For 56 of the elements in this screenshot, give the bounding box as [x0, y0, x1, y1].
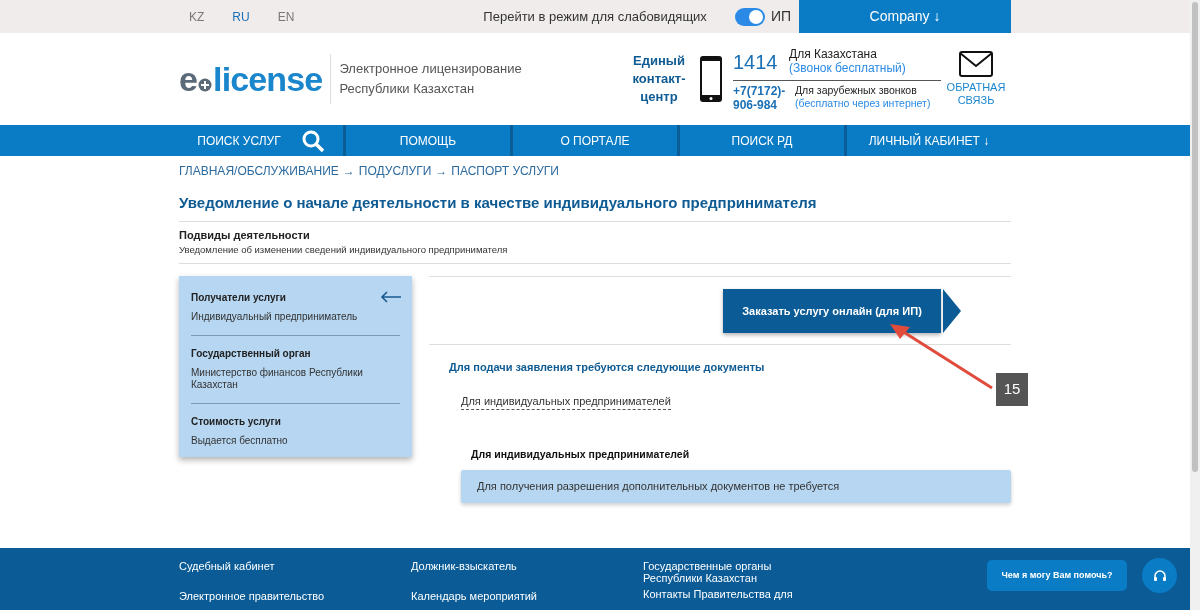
nav-item[interactable]: О ПОРТАЛЕ — [510, 125, 677, 156]
info-heading: Государственный орган — [191, 347, 311, 362]
info-value: Индивидуальный предприниматель — [191, 311, 359, 324]
footer-link[interactable]: Судебный кабинет — [179, 560, 411, 572]
nav-item[interactable]: ЛИЧНЫЙ КАБИНЕТ ↓ — [844, 125, 1011, 156]
international-call-note: (бесплатно через интернет) — [795, 96, 931, 110]
info-heading: Получатели услуги — [191, 291, 286, 306]
envelope-icon — [959, 51, 993, 77]
language-link[interactable]: KZ — [189, 7, 205, 26]
accessibility-link[interactable]: Перейти в режим для слабовидящих — [483, 6, 707, 27]
breadcrumb-separator: → — [435, 163, 448, 180]
nav-item[interactable]: ПОМОЩЬ — [343, 125, 510, 156]
smartphone-icon — [699, 55, 723, 103]
info-value: Министерство финансов Республики Казахстан — [191, 367, 364, 392]
local-call-note: (Звонок бесплатный) — [789, 60, 906, 75]
footer-link[interactable]: Контакты Правительства для — [643, 588, 843, 600]
footer-link[interactable]: Должник-взыскатель — [411, 560, 643, 572]
breadcrumb-link[interactable]: ПАСПОРТ УСЛУГИ — [451, 162, 559, 180]
headset-icon — [1151, 567, 1168, 584]
language-link[interactable]: RU — [232, 7, 250, 26]
footer-link[interactable]: Календарь мероприятий — [411, 590, 643, 602]
local-call-label: Для Казахстана — [789, 46, 878, 61]
phone-number[interactable]: 1414 — [733, 46, 789, 77]
breadcrumb-link[interactable]: ПОДУСЛУГИ — [358, 162, 432, 180]
language-link[interactable]: EN — [277, 7, 295, 26]
document-note: Для получения разрешения дополнительных документов не требуется — [461, 469, 1011, 503]
international-call-label: Для зарубежных звонков — [795, 83, 918, 97]
info-heading: Стоимость услуги — [191, 415, 281, 430]
plus-circle-icon — [198, 78, 213, 92]
toggle-switch[interactable] — [734, 7, 765, 26]
toggle-label: ИП — [770, 7, 791, 26]
annotation-badge: 15 — [996, 373, 1028, 406]
subtypes-text: Уведомление об изменении сведений индивидуального предпринимателя — [179, 243, 509, 257]
documents-heading: Для подачи заявления требуются следующие документы — [449, 360, 766, 376]
page-title: Уведомление о начале деятельности в качестве индивидуального предпринимателя — [179, 192, 1011, 222]
footer-link[interactable]: Электронное правительство — [179, 590, 411, 602]
logo[interactable]: e license — [179, 62, 323, 96]
nav-item[interactable]: ПОИСК РД — [677, 125, 844, 156]
subtypes-heading: Подвиды деятельности — [179, 227, 311, 243]
breadcrumb-separator: → — [342, 163, 355, 180]
breadcrumb-link[interactable]: ГЛАВНАЯ/ОБСЛУЖИВАНИЕ — [179, 162, 339, 180]
international-phone-number[interactable]: +7(7172)-906-984 — [733, 83, 793, 112]
document-group-title: Для индивидуальных предпринимателей — [471, 446, 691, 462]
documents-link[interactable]: Для индивидуальных предпринимателей — [461, 392, 671, 411]
arrow-left-icon[interactable] — [380, 291, 402, 304]
order-service-button[interactable]: Заказать услугу онлайн (для ИП) — [723, 288, 941, 333]
contact-center-label: Единый контакт-центр — [631, 52, 687, 106]
nav-item[interactable]: ПОИСК УСЛУГ — [179, 125, 343, 156]
search-icon — [300, 128, 325, 153]
tagline: Электронное лицензирование Республики Казахстан — [339, 60, 522, 98]
chat-bubble[interactable]: Чем я могу Вам помочь? — [987, 560, 1127, 591]
feedback-link[interactable]: ОБРАТНАЯ СВЯЗЬ — [941, 51, 1011, 107]
info-value: Выдается бесплатно — [191, 435, 289, 448]
footer-link[interactable]: Государственные органы Республики Казахстан — [643, 560, 783, 584]
company-button[interactable]: Company ↓ — [799, 0, 1011, 33]
chevron-right-icon — [943, 288, 961, 333]
